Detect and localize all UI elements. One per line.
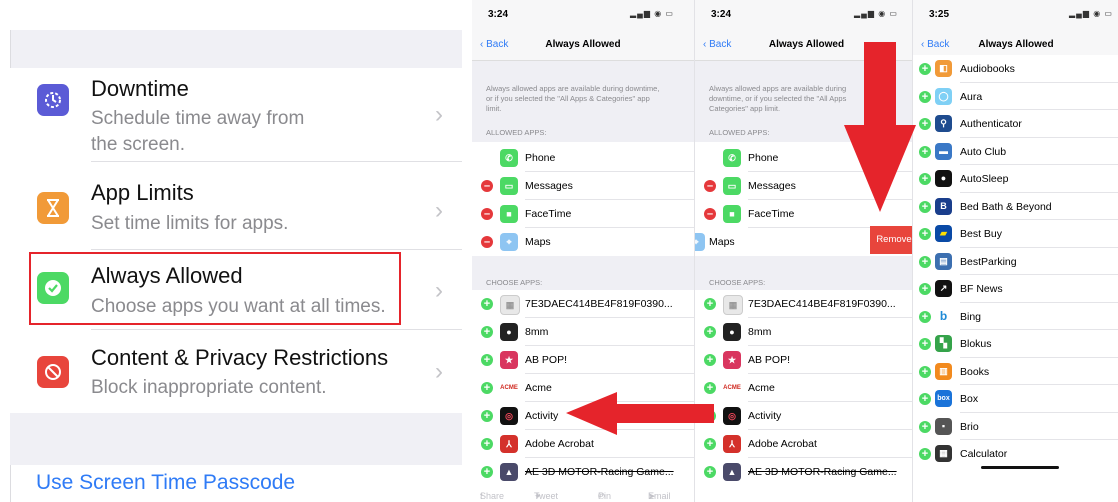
down-arrow-icon <box>844 42 916 212</box>
left-arrow-icon <box>566 392 714 435</box>
annotation-overlay <box>566 42 916 435</box>
